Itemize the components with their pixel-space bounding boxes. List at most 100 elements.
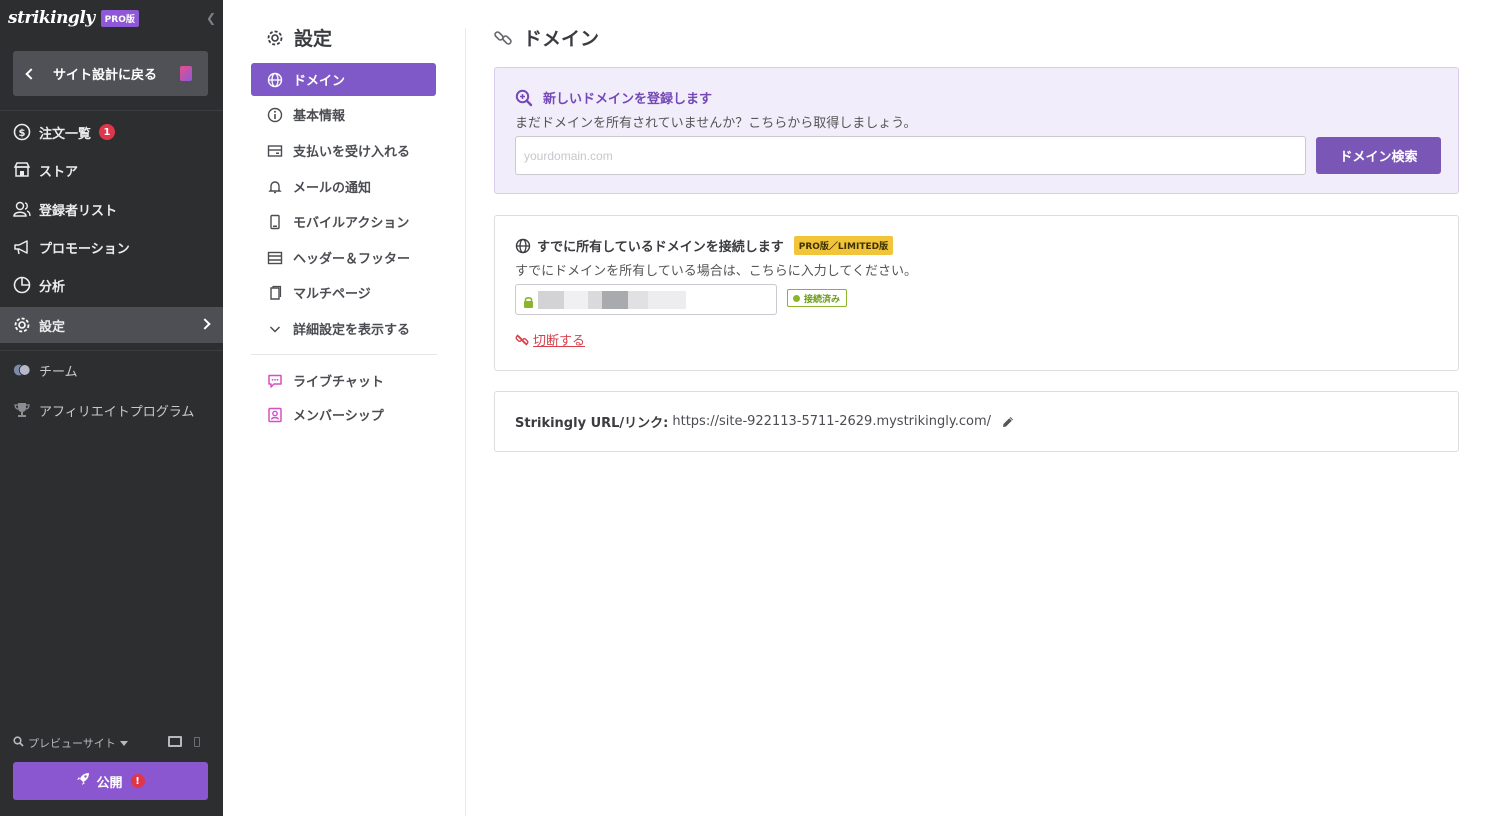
link-icon: [493, 28, 513, 48]
settings-tab-email-notifications[interactable]: メールの通知: [251, 170, 436, 203]
pages-icon: [267, 285, 283, 301]
svg-text:$: $: [19, 128, 26, 139]
sidebar-item-orders[interactable]: $ 注文一覧 1: [0, 114, 223, 150]
users-icon: [13, 200, 31, 218]
mobile-icon[interactable]: [194, 737, 200, 747]
info-icon: [267, 107, 283, 123]
mobile-phone-icon: [267, 214, 283, 230]
megaphone-icon: [13, 238, 31, 256]
page-title-text: ドメイン: [523, 28, 600, 50]
settings-tab-label: ヘッダー＆フッター: [293, 252, 411, 267]
preview-site-label[interactable]: プレビューサイト: [28, 735, 116, 751]
sidebar-item-affiliate[interactable]: アフィリエイトプログラム: [0, 392, 223, 428]
orders-count-badge: 1: [99, 124, 116, 140]
pie-chart-icon: [13, 276, 31, 294]
settings-tab-domain[interactable]: ドメイン: [251, 63, 436, 96]
connected-status-text: 接続済み: [804, 294, 841, 305]
settings-title-text: 設定: [294, 28, 333, 50]
layout-icon: [267, 250, 283, 266]
publish-warning-badge: !: [130, 774, 145, 788]
settings-tab-basic-info[interactable]: 基本情報: [251, 98, 436, 131]
sidebar-item-label: ストア: [39, 164, 79, 180]
sidebar-item-settings[interactable]: 設定: [0, 307, 223, 343]
sidebar-item-label: 登録者リスト: [39, 203, 118, 219]
strikingly-logo[interactable]: strikingly: [8, 8, 95, 28]
document-icon: [180, 66, 192, 81]
settings-title: 設定: [266, 24, 332, 51]
settings-tab-membership[interactable]: メンバーシップ: [251, 398, 436, 431]
redacted-domain-block: [588, 291, 602, 309]
redacted-domain-block: [564, 291, 588, 309]
connect-domain-heading-text: すでに所有しているドメインを接続します: [537, 240, 784, 255]
domain-search-input[interactable]: yourdomain.com: [515, 136, 1306, 175]
pro-badge: PRO版: [100, 9, 139, 27]
logo-row: strikingly PRO版: [8, 5, 139, 31]
strikingly-url-value[interactable]: https://site-922113-5711-2629.mystriking…: [672, 414, 991, 429]
broken-link-icon: [515, 333, 529, 347]
settings-tab-label: モバイルアクション: [293, 216, 410, 231]
globe-icon: [515, 238, 531, 254]
status-dot-icon: [793, 294, 800, 302]
sidebar-item-analytics[interactable]: 分析: [0, 267, 223, 303]
sidebar-item-store[interactable]: ストア: [0, 152, 223, 188]
settings-tab-mobile-actions[interactable]: モバイルアクション: [251, 205, 436, 238]
trophy-icon: [13, 401, 31, 419]
settings-tab-label: 支払いを受け入れる: [293, 145, 411, 160]
settings-tab-payments[interactable]: 支払いを受け入れる: [251, 134, 436, 167]
register-domain-heading: 新しいドメインを登録します: [515, 88, 712, 107]
back-to-editor-label: サイト設計に戻る: [53, 68, 158, 83]
dollar-icon: $: [13, 123, 31, 141]
publish-button[interactable]: 公開 !: [13, 762, 208, 800]
sidebar-item-label: 分析: [39, 279, 66, 295]
connected-status-badge: 接続済み: [787, 289, 848, 307]
desktop-icon[interactable]: [168, 736, 182, 747]
sidebar-divider: [0, 110, 223, 111]
disconnect-link-text[interactable]: 切断する: [533, 330, 585, 349]
chevron-left-icon: [25, 67, 37, 80]
settings-tab-label: ライブチャット: [293, 375, 384, 390]
settings-tab-multipage[interactable]: マルチページ: [251, 276, 436, 309]
bell-icon: [267, 179, 283, 195]
gear-icon: [266, 29, 284, 47]
settings-tab-header-footer[interactable]: ヘッダー＆フッター: [251, 241, 436, 274]
globe-icon: [267, 72, 283, 88]
lock-icon: [523, 293, 534, 308]
sidebar-item-label: アフィリエイトプログラム: [39, 404, 195, 420]
edit-pencil-icon[interactable]: [1001, 415, 1015, 429]
search-plus-icon: [515, 89, 533, 107]
settings-tab-label: 基本情報: [293, 109, 346, 124]
settings-tab-live-chat[interactable]: ライブチャット: [251, 364, 436, 397]
gear-icon: [13, 316, 31, 334]
page-title: ドメイン: [493, 24, 599, 51]
custom-domain-input[interactable]: [515, 284, 777, 315]
preview-site-row[interactable]: プレビューサイト: [13, 733, 208, 753]
connect-domain-heading: すでに所有しているドメインを接続します PRO版／LIMITED版: [515, 236, 894, 255]
strikingly-url-label: Strikingly URL/リンク:: [515, 416, 669, 431]
connect-own-domain-card: すでに所有しているドメインを接続します PRO版／LIMITED版 すでにドメイ…: [494, 215, 1459, 371]
collapse-sidebar-icon[interactable]: ❮: [206, 11, 216, 25]
settings-show-advanced[interactable]: 詳細設定を表示する: [251, 312, 436, 345]
rocket-icon: [76, 772, 90, 790]
member-card-icon: [267, 407, 283, 423]
sidebar-divider: [0, 350, 223, 351]
domain-search-button[interactable]: ドメイン検索: [1316, 137, 1441, 174]
settings-tab-label: ドメイン: [293, 74, 346, 89]
sidebar-item-promotion[interactable]: プロモーション: [0, 229, 223, 265]
sidebar-item-label: プロモーション: [39, 241, 130, 257]
sidebar-item-label: チーム: [39, 364, 78, 380]
publish-label: 公開: [96, 775, 123, 791]
team-avatars-icon: [13, 361, 31, 379]
chevron-right-icon: [199, 318, 211, 330]
back-to-editor-button[interactable]: サイト設計に戻る: [13, 51, 208, 96]
sidebar-item-subscribers[interactable]: 登録者リスト: [0, 191, 223, 227]
search-icon: [13, 736, 24, 750]
redacted-domain-block: [628, 291, 648, 309]
strikingly-url-card: Strikingly URL/リンク: https://site-922113-…: [494, 391, 1459, 452]
disconnect-link[interactable]: 切断する: [515, 330, 585, 349]
redacted-domain-block: [602, 291, 628, 309]
caret-down-icon: [119, 740, 128, 746]
sidebar-item-team[interactable]: チーム: [0, 352, 223, 388]
redacted-domain-block: [538, 291, 564, 309]
chat-icon: [267, 373, 283, 389]
sidebar-item-label: 設定: [39, 319, 66, 335]
